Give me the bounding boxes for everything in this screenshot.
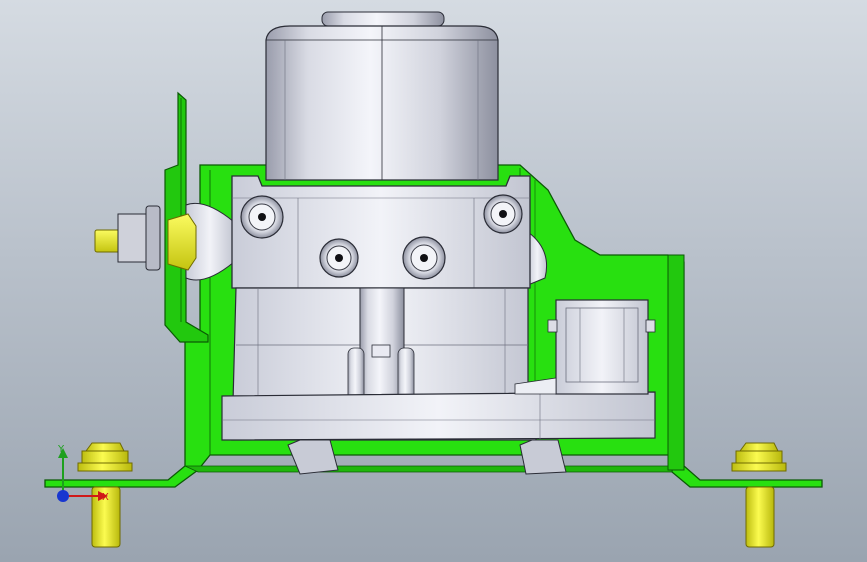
abs-hydraulic-unit[interactable]: [185, 11, 656, 475]
brake-port[interactable]: [240, 195, 284, 239]
motor-cap: [321, 11, 445, 27]
brake-port[interactable]: [483, 194, 523, 234]
bottom-right-bolt[interactable]: [731, 442, 787, 548]
bracket-flange: [184, 465, 673, 473]
y-axis-label: Y: [57, 444, 65, 455]
brake-port[interactable]: [402, 236, 446, 280]
rubber-mount: [519, 439, 567, 475]
bracket-right-rib: [667, 254, 685, 471]
cad-graphics-viewport[interactable]: Y X: [0, 0, 867, 562]
x-axis-label: X: [102, 492, 109, 503]
brake-port[interactable]: [319, 238, 359, 278]
z-axis-dot: [57, 490, 69, 502]
base-plate: [221, 391, 656, 441]
model-view[interactable]: Y X: [0, 0, 867, 562]
